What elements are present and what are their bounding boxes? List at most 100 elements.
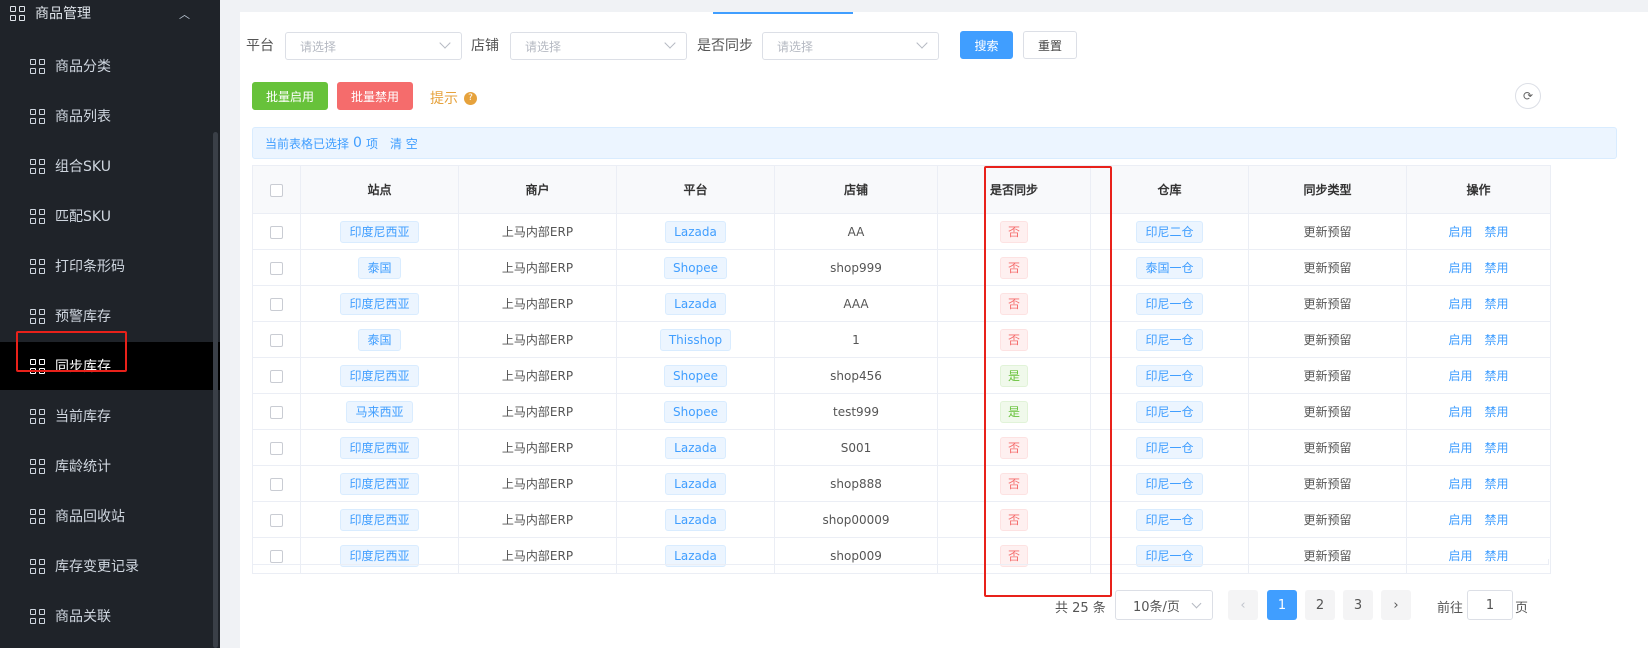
actions-cell: 启用 禁用 bbox=[1406, 321, 1551, 358]
sidebar-item[interactable]: 同步库存 bbox=[0, 342, 220, 390]
actions-cell: 启用 禁用 bbox=[1406, 357, 1551, 394]
disable-link[interactable]: 禁用 bbox=[1485, 405, 1509, 419]
row-select-cell[interactable] bbox=[252, 213, 301, 250]
refresh-icon[interactable]: ⟳ bbox=[1515, 83, 1541, 109]
enable-link[interactable]: 启用 bbox=[1448, 261, 1472, 275]
row-checkbox[interactable] bbox=[270, 477, 283, 491]
merchant-cell: 上马内部ERP bbox=[458, 249, 617, 286]
row-select-cell[interactable] bbox=[252, 465, 301, 502]
sidebar-item[interactable]: 组合SKU bbox=[0, 142, 220, 190]
site-tag: 印度尼西亚 bbox=[340, 364, 419, 387]
enable-link[interactable]: 启用 bbox=[1448, 369, 1472, 383]
sidebar-item[interactable]: 当前库存 bbox=[0, 392, 220, 440]
enable-link[interactable]: 启用 bbox=[1448, 333, 1472, 347]
shop-cell: test999 bbox=[774, 393, 938, 430]
reset-button[interactable]: 重置 bbox=[1023, 31, 1077, 59]
sync-filter-label: 是否同步 bbox=[697, 38, 753, 54]
row-select-cell[interactable] bbox=[252, 537, 301, 574]
page-button[interactable]: 3 bbox=[1343, 590, 1373, 620]
row-select-cell[interactable] bbox=[252, 429, 301, 466]
sync-cell: 否 bbox=[937, 213, 1091, 250]
sidebar-item[interactable]: 匹配SKU bbox=[0, 192, 220, 240]
sidebar-item[interactable]: 商品分类 bbox=[0, 42, 220, 90]
sync-cell: 否 bbox=[937, 429, 1091, 466]
clear-selection-link[interactable]: 清 空 bbox=[390, 135, 418, 152]
enable-link[interactable]: 启用 bbox=[1448, 441, 1472, 455]
row-select-cell[interactable] bbox=[252, 321, 301, 358]
enable-link[interactable]: 启用 bbox=[1448, 405, 1472, 419]
sync-cell: 否 bbox=[937, 465, 1091, 502]
page-size-value: 10条/页 bbox=[1133, 599, 1180, 615]
row-checkbox[interactable] bbox=[270, 333, 283, 347]
row-checkbox[interactable] bbox=[270, 261, 283, 275]
grid-icon bbox=[30, 158, 45, 174]
table-row: 印度尼西亚 上马内部ERP Lazada S001 否印尼一仓 更新预留 启用 禁用 bbox=[252, 429, 1551, 466]
sidebar-item[interactable]: 商品列表 bbox=[0, 92, 220, 140]
sidebar-item[interactable]: 商品关联 bbox=[0, 592, 220, 640]
disable-link[interactable]: 禁用 bbox=[1485, 369, 1509, 383]
sidebar-item[interactable]: 库存变更记录 bbox=[0, 542, 220, 590]
row-checkbox[interactable] bbox=[270, 441, 283, 455]
row-select-cell[interactable] bbox=[252, 393, 301, 430]
platform-cell: Lazada bbox=[616, 285, 775, 322]
warehouse-cell: 印尼一仓 bbox=[1090, 285, 1249, 322]
disable-link[interactable]: 禁用 bbox=[1485, 297, 1509, 311]
sidebar-item[interactable]: 打印条形码 bbox=[0, 242, 220, 290]
row-checkbox[interactable] bbox=[270, 369, 283, 383]
sync-status-tag: 否 bbox=[999, 436, 1028, 459]
enable-link[interactable]: 启用 bbox=[1448, 297, 1472, 311]
sync-inventory-table: 站点 商户 平台 店铺 是否同步 仓库 同步类型 操作 印度尼西亚 上马内部ERP… bbox=[252, 165, 1551, 574]
prev-page-icon[interactable]: ‹ bbox=[1228, 590, 1258, 620]
platform-select[interactable]: 请选择 bbox=[285, 32, 462, 60]
sync-type-cell: 更新预留 bbox=[1248, 501, 1407, 538]
batch-disable-button[interactable]: 批量禁用 bbox=[337, 82, 413, 110]
disable-link[interactable]: 禁用 bbox=[1485, 333, 1509, 347]
select-all-checkbox[interactable] bbox=[270, 183, 283, 197]
shop-cell: S001 bbox=[774, 429, 938, 466]
disable-link[interactable]: 禁用 bbox=[1485, 261, 1509, 275]
disable-link[interactable]: 禁用 bbox=[1485, 477, 1509, 491]
sidebar-item-label: 匹配SKU bbox=[55, 209, 111, 225]
sync-select-placeholder: 请选择 bbox=[777, 39, 814, 54]
page-size-select[interactable]: 10条/页 bbox=[1115, 590, 1213, 620]
actions-cell: 启用 禁用 bbox=[1406, 429, 1551, 466]
disable-link[interactable]: 禁用 bbox=[1485, 513, 1509, 527]
row-checkbox[interactable] bbox=[270, 513, 283, 527]
sidebar-item[interactable]: 预警库存 bbox=[0, 292, 220, 340]
sidebar-item[interactable]: 商品回收站 bbox=[0, 492, 220, 540]
selection-count: 0 bbox=[353, 135, 362, 151]
page-button[interactable]: 1 bbox=[1267, 590, 1297, 620]
tip-link[interactable]: 提示 ? bbox=[430, 88, 477, 108]
next-page-icon[interactable]: › bbox=[1381, 590, 1411, 620]
batch-enable-button[interactable]: 批量启用 bbox=[252, 82, 328, 110]
site-cell: 印度尼西亚 bbox=[300, 429, 459, 466]
menu-group-product-management[interactable]: 商品管理 ︿ bbox=[0, 0, 220, 26]
sync-select[interactable]: 请选择 bbox=[762, 32, 939, 60]
search-button[interactable]: 搜索 bbox=[960, 31, 1013, 59]
actions-cell: 启用 禁用 bbox=[1406, 465, 1551, 502]
enable-link[interactable]: 启用 bbox=[1448, 477, 1472, 491]
header-select-all[interactable] bbox=[252, 165, 301, 214]
row-checkbox[interactable] bbox=[270, 225, 283, 239]
disable-link[interactable]: 禁用 bbox=[1485, 225, 1509, 239]
row-checkbox[interactable] bbox=[270, 297, 283, 311]
sidebar-item[interactable]: 库龄统计 bbox=[0, 442, 220, 490]
merchant-cell: 上马内部ERP bbox=[458, 501, 617, 538]
page-button[interactable]: 2 bbox=[1305, 590, 1335, 620]
row-select-cell[interactable] bbox=[252, 249, 301, 286]
site-cell: 印度尼西亚 bbox=[300, 537, 459, 574]
chevron-up-icon[interactable]: ︿ bbox=[179, 6, 190, 22]
sidebar-scrollbar[interactable] bbox=[213, 132, 218, 648]
goto-page-input[interactable]: 1 bbox=[1467, 590, 1513, 620]
row-select-cell[interactable] bbox=[252, 285, 301, 322]
sync-type-cell: 更新预留 bbox=[1248, 213, 1407, 250]
row-select-cell[interactable] bbox=[252, 501, 301, 538]
shop-select[interactable]: 请选择 bbox=[510, 32, 687, 60]
enable-link[interactable]: 启用 bbox=[1448, 225, 1472, 239]
enable-link[interactable]: 启用 bbox=[1448, 513, 1472, 527]
disable-link[interactable]: 禁用 bbox=[1485, 441, 1509, 455]
row-select-cell[interactable] bbox=[252, 357, 301, 394]
sidebar-item-label: 组合SKU bbox=[55, 159, 111, 175]
platform-cell: Lazada bbox=[616, 429, 775, 466]
row-checkbox[interactable] bbox=[270, 405, 283, 419]
